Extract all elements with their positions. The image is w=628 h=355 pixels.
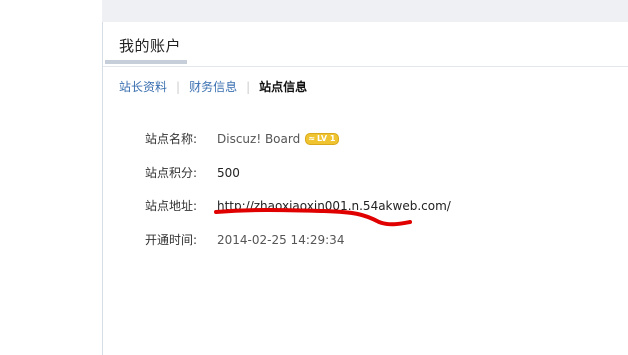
tab-separator: | bbox=[176, 79, 181, 94]
header-divider bbox=[103, 66, 628, 67]
open-time-label: 开通时间: bbox=[145, 233, 198, 247]
level-badge-text: LV 1 bbox=[316, 134, 336, 143]
page-title: 我的账户 bbox=[119, 37, 182, 55]
level-badge: ≈ LV 1 bbox=[305, 132, 340, 145]
title-wrap: 我的账户 bbox=[119, 35, 181, 56]
site-name-value: Discuz! Board bbox=[217, 131, 301, 146]
tab-finance-info[interactable]: 财务信息 bbox=[189, 78, 237, 95]
site-points-row: 站点积分: 500 bbox=[145, 164, 240, 181]
account-panel: 我的账户 站长资料 | 财务信息 | 站点信息 bbox=[102, 22, 628, 355]
account-tabs: 站长资料 | 财务信息 | 站点信息 bbox=[119, 78, 307, 95]
tab-separator: | bbox=[246, 79, 251, 94]
site-name-label: 站点名称: bbox=[145, 132, 198, 146]
red-underline-annotation bbox=[214, 208, 412, 227]
tab-site-info[interactable]: 站点信息 bbox=[259, 78, 307, 95]
title-underline bbox=[105, 60, 187, 64]
open-time-value: 2014-02-25 14:29:34 bbox=[217, 232, 345, 247]
site-points-value: 500 bbox=[217, 165, 240, 180]
left-sidebar-area bbox=[0, 0, 102, 355]
site-points-label: 站点积分: bbox=[145, 166, 198, 180]
signal-icon: ≈ bbox=[308, 133, 315, 143]
site-name-row: 站点名称: Discuz! Board ≈ LV 1 bbox=[145, 130, 340, 147]
open-time-row: 开通时间: 2014-02-25 14:29:34 bbox=[145, 231, 344, 248]
tab-webmaster-profile[interactable]: 站长资料 bbox=[119, 78, 167, 95]
site-address-label: 站点地址: bbox=[145, 199, 198, 213]
